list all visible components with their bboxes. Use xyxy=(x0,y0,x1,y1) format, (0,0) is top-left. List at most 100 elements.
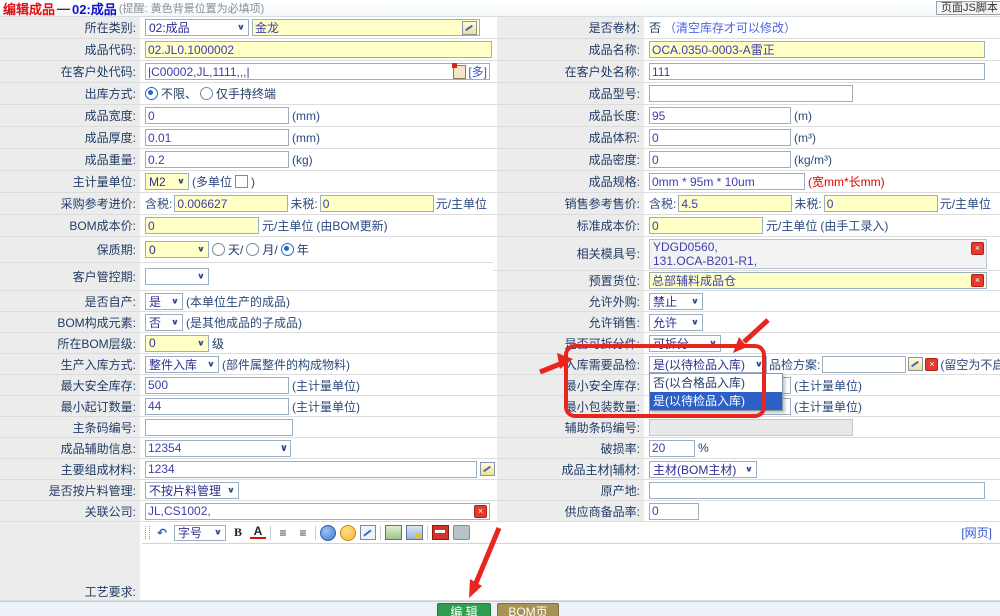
radio-unlimited[interactable] xyxy=(145,87,158,100)
richtext-editor-body[interactable] xyxy=(142,544,1000,600)
label-process-req: 工艺要求: xyxy=(0,522,142,600)
label-shelf-life: 保质期: xyxy=(0,237,142,262)
inspect-option-yes[interactable]: 是(以待检品入库) xyxy=(650,392,782,410)
model-input[interactable] xyxy=(649,85,853,102)
main-aux-select[interactable]: 主材(BOM主材)∨ xyxy=(649,461,757,478)
picker-icon[interactable] xyxy=(462,21,477,35)
aux-barcode-input[interactable] xyxy=(649,419,853,436)
category-select[interactable]: 02:成品∨ xyxy=(145,19,249,36)
allow-purchase-select[interactable]: 禁止∨ xyxy=(649,293,703,310)
related-company-box[interactable]: × xyxy=(145,503,490,520)
product-code-input[interactable] xyxy=(145,41,492,58)
clear-icon[interactable]: × xyxy=(925,358,938,371)
list-icon[interactable]: ≡ xyxy=(295,525,311,540)
toolbar-grip-icon[interactable] xyxy=(145,526,150,539)
main-material-input[interactable] xyxy=(145,461,477,478)
paste-icon[interactable] xyxy=(453,65,466,79)
chevron-down-icon: ∨ xyxy=(755,360,763,369)
aux-info-combo[interactable]: ∨ xyxy=(145,440,291,457)
edit-submit-button[interactable]: 编 辑 xyxy=(437,603,491,616)
row-spec: 成品规格: (宽mm*长mm) xyxy=(493,171,1000,193)
inspect-option-no[interactable]: 否(以合格品入库) xyxy=(650,374,782,392)
radio-months[interactable] xyxy=(246,243,259,256)
radio-handheld-only[interactable] xyxy=(200,87,213,100)
prod-inbound-select[interactable]: 整件入库∨ xyxy=(145,356,219,373)
font-color-icon[interactable]: A xyxy=(250,526,266,539)
inspect-select[interactable]: 是(以待检品入库)∨ xyxy=(649,356,767,373)
bom-cost-input[interactable] xyxy=(145,217,259,234)
thickness-input[interactable] xyxy=(145,129,289,146)
max-stock-input[interactable] xyxy=(145,377,289,394)
align-icon[interactable]: ≡ xyxy=(275,525,291,540)
control-period-select[interactable]: ∨ xyxy=(145,268,209,285)
multi-unit-checkbox[interactable] xyxy=(235,175,248,188)
origin-input[interactable] xyxy=(649,482,985,499)
related-company-input[interactable] xyxy=(146,505,472,518)
page-title: 编辑成品 xyxy=(3,0,55,18)
label-density: 成品密度: xyxy=(493,149,646,170)
inspect-dropdown-popup: 否(以合格品入库) 是(以待检品入库) xyxy=(649,373,783,411)
insert-image-icon[interactable] xyxy=(385,525,402,540)
category-name-box[interactable] xyxy=(252,19,480,36)
radio-days[interactable] xyxy=(212,243,225,256)
density-input[interactable] xyxy=(649,151,791,168)
undo-icon[interactable]: ↶ xyxy=(154,525,170,540)
mold-numbers-box[interactable]: YDGD0560, 131.OCA-B201-R1, × xyxy=(649,239,987,269)
purchase-price-tax-input[interactable] xyxy=(174,195,288,212)
clear-icon[interactable]: × xyxy=(971,242,984,255)
weight-input[interactable] xyxy=(145,151,289,168)
preset-location-box[interactable]: × xyxy=(649,272,987,289)
flash-media-icon[interactable] xyxy=(432,525,449,540)
page-js-button[interactable]: 页面JS脚本 xyxy=(936,1,1000,15)
allow-sale-select[interactable]: 允许∨ xyxy=(649,314,703,331)
radio-years[interactable] xyxy=(281,243,294,256)
main-unit-select[interactable]: M2∨ xyxy=(145,173,189,190)
category-name-input[interactable] xyxy=(253,21,460,34)
preset-location-input[interactable] xyxy=(650,274,969,287)
multi-select-link[interactable]: [多] xyxy=(468,63,487,80)
save-image-icon[interactable] xyxy=(406,525,423,540)
splittable-select[interactable]: 可拆分∨ xyxy=(649,335,721,352)
chevron-down-icon[interactable]: ∨ xyxy=(280,443,288,454)
hyperlink-globe-icon[interactable] xyxy=(320,525,336,541)
is-roll-value: 否 xyxy=(649,19,661,36)
spec-input[interactable] xyxy=(649,173,805,190)
customer-name-input[interactable] xyxy=(649,63,985,80)
clear-icon[interactable]: × xyxy=(971,274,984,287)
main-barcode-input[interactable] xyxy=(145,419,293,436)
label-bom-level: 所在BOM层级: xyxy=(0,333,142,353)
picker-icon[interactable] xyxy=(908,357,923,371)
min-order-input[interactable] xyxy=(145,398,289,415)
sale-price-tax-input[interactable] xyxy=(678,195,792,212)
shelf-life-select[interactable]: 0∨ xyxy=(145,241,209,258)
edit-html-icon[interactable] xyxy=(360,525,376,540)
label-length: 成品长度: xyxy=(493,105,646,126)
clear-icon[interactable]: × xyxy=(474,505,487,518)
volume-input[interactable] xyxy=(649,129,791,146)
purchase-price-notax-input[interactable] xyxy=(320,195,434,212)
aux-info-input[interactable] xyxy=(146,442,278,455)
emoticon-icon[interactable] xyxy=(340,525,356,541)
customer-code-box[interactable]: [多] xyxy=(145,63,490,80)
product-name-input[interactable] xyxy=(649,41,985,58)
font-size-select[interactable]: 字号∨ xyxy=(174,525,226,541)
bom-page-button[interactable]: BOM页面 xyxy=(497,603,559,616)
snapshot-icon[interactable] xyxy=(453,525,470,540)
label-related-company: 关联公司: xyxy=(0,501,142,521)
self-produce-select[interactable]: 是∨ xyxy=(145,293,183,310)
sale-price-notax-input[interactable] xyxy=(824,195,938,212)
supplier-spare-input[interactable] xyxy=(649,503,699,520)
bold-icon[interactable]: B xyxy=(230,525,246,540)
customer-code-input[interactable] xyxy=(146,65,451,78)
sheet-mgmt-select[interactable]: 不按片料管理∨ xyxy=(145,482,239,499)
inspect-plan-input[interactable] xyxy=(822,356,906,373)
length-input[interactable] xyxy=(649,107,791,124)
edit-pencil-icon[interactable] xyxy=(480,462,495,476)
damage-rate-input[interactable] xyxy=(649,440,695,457)
bom-level-select[interactable]: 0∨ xyxy=(145,335,209,352)
right-column: 是否卷材: 否 （清空库存才可以修改） 成品名称: 在客户处名称: 成 xyxy=(493,17,1000,522)
width-input[interactable] xyxy=(145,107,289,124)
std-cost-input[interactable] xyxy=(649,217,763,234)
bom-element-select[interactable]: 否∨ xyxy=(145,314,183,331)
webpage-link[interactable]: [网页] xyxy=(961,524,992,541)
